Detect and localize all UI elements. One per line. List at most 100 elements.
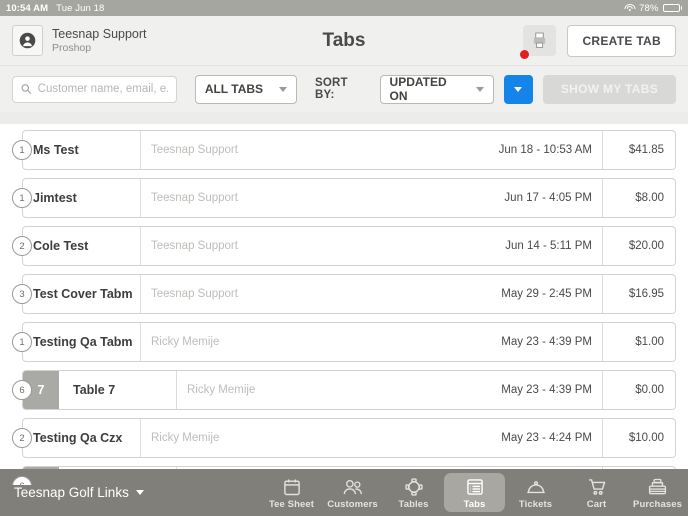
tab-row-card[interactable]: Cole Test Teesnap Support Jun 14 - 5:11 PM… [22,226,676,266]
tab-item-count-badge: 6 [12,380,32,400]
tab-filter-select[interactable]: ALL TABS [194,74,298,104]
status-right-cluster: 78% [624,3,682,14]
tab-amount: $8.00 [635,192,664,204]
tab-updated-at: May 23 - 4:24 PM [501,419,603,457]
tab-updated-at: Jun 14 - 5:11 PM [505,227,603,265]
nav-item-cart[interactable]: Cart [566,469,627,516]
tab-updated-at: May 23 - 4:39 PM [501,323,603,361]
tab-item-count-badge: 1 [12,140,32,160]
printer-alert-badge [520,50,530,59]
search-input[interactable] [37,83,168,95]
tab-row-card[interactable]: 7 Table 7 Ricky Memije May 23 - 4:39 PM $0.0… [22,370,676,410]
table-row[interactable]: 7 Table 7 Ricky Memije May 23 - 4:39 PM $0.0… [12,370,676,410]
table-row[interactable]: Cole Test Teesnap Support Jun 14 - 5:11 PM… [12,226,676,266]
tab-name: Ms Test [23,131,141,169]
wifi-icon [624,3,636,13]
nav-item-label: Tickets [518,498,553,510]
show-my-tabs-button[interactable]: SHOW MY TABS [542,74,676,104]
tab-amount: $16.95 [628,288,664,300]
table-row[interactable]: Testing Qa Czx Ricky Memije May 23 - 4:24 … [12,418,676,458]
tab-filter-value: ALL TABS [204,82,264,96]
tab-item-count-badge: 2 [12,236,32,256]
sort-by-select[interactable]: UPDATED ON [379,74,494,104]
tab-item-count-badge: 1 [12,332,32,352]
tab-owner: Teesnap Support [151,288,238,300]
tab-updated-at: May 23 - 4:39 PM [501,371,603,409]
tab-row-card[interactable]: Testing Qa Czx Ricky Memije May 23 - 4:24 … [22,418,676,458]
tab-amount: $1.00 [635,336,664,348]
nav-item-label: Tables [398,498,429,510]
bottom-navigation: Teesnap Golf Links Tee Sheet Customers Tab… [0,469,688,516]
tab-owner: Ricky Memije [151,432,220,444]
nav-item-customers[interactable]: Customers [322,469,383,516]
table-row[interactable]: Jimtest Teesnap Support Jun 17 - 4:05 PM $8… [12,178,676,218]
nav-item-tickets[interactable]: Tickets [505,469,566,516]
tab-row-card[interactable]: Jimtest Teesnap Support Jun 17 - 4:05 PM $8… [22,178,676,218]
app-header: Teesnap Support Proshop Tabs CREATE TAB [0,16,688,65]
chevron-down-icon [514,86,523,92]
nav-item-tee-sheet[interactable]: Tee Sheet [261,469,322,516]
create-tab-button[interactable]: CREATE TAB [567,24,676,57]
tab-amount: $10.00 [628,432,664,444]
nav-item-tables[interactable]: Tables [383,469,444,516]
battery-percent-label: 78% [639,2,659,14]
battery-icon [662,4,682,12]
tabs-list: Ms Test Teesnap Support Jun 18 - 10:53 AM $… [0,124,688,485]
tab-updated-at: Jun 18 - 10:53 AM [499,131,603,169]
search-icon [21,84,32,94]
chevron-down-icon [279,86,288,92]
tab-item-count-badge: 3 [12,284,32,304]
tab-amount: $20.00 [628,240,664,252]
filter-toolbar: ALL TABS SORT BY: UPDATED ON SHOW MY TAB… [0,65,688,112]
tab-row-card[interactable]: Testing Qa Tabm Ricky Memije May 23 - 4:39… [22,322,676,362]
tab-updated-at: Jun 17 - 4:05 PM [504,179,603,217]
nav-item-tabs[interactable]: Tabs [444,473,505,512]
nav-item-label: Cart [586,498,607,510]
nav-items: Tee Sheet Customers Tables Tabs Tickets Cart P… [261,469,688,516]
tab-amount: $0.00 [635,384,664,396]
search-field[interactable] [12,75,177,103]
tabs-screen: 10:54 AM Tue Jun 18 78% Teesnap Support … [0,0,688,516]
tab-name: Table 7 [59,371,177,409]
nav-item-label: Tee Sheet [268,498,315,510]
calendar-icon [282,476,302,497]
status-time: 10:54 AM [6,2,49,14]
course-name: Teesnap Golf Links [14,485,129,500]
cloche-icon [525,476,547,497]
tab-owner: Ricky Memije [187,384,256,396]
tabs-list-icon [465,476,485,497]
tab-name: Jimtest [23,179,141,217]
printer-icon [534,32,546,48]
tab-owner: Ricky Memije [151,336,220,348]
table-row[interactable]: Testing Qa Tabm Ricky Memije May 23 - 4:39… [12,322,676,362]
section-divider [0,112,688,124]
chevron-down-icon [475,86,484,92]
register-icon [647,476,668,497]
people-icon [342,476,364,497]
tab-owner: Teesnap Support [151,240,238,252]
tab-owner: Teesnap Support [151,192,238,204]
table-row[interactable]: Ms Test Teesnap Support Jun 18 - 10:53 AM $… [12,130,676,170]
course-selector[interactable]: Teesnap Golf Links [14,485,144,500]
account-button[interactable]: Teesnap Support Proshop [12,25,147,56]
tab-owner: Teesnap Support [151,144,238,156]
sort-by-value: UPDATED ON [389,75,447,103]
user-avatar-icon [12,25,43,56]
tab-updated-at: May 29 - 2:45 PM [501,275,603,313]
tab-item-count-badge: 2 [12,428,32,448]
table-row[interactable]: Test Cover Tabm Teesnap Support May 29 - 2… [12,274,676,314]
account-role: Proshop [52,42,92,55]
chevron-down-icon [135,490,144,495]
header-actions: CREATE TAB [520,24,676,59]
tab-row-card[interactable]: Test Cover Tabm Teesnap Support May 29 - 2… [22,274,676,314]
ios-status-bar: 10:54 AM Tue Jun 18 78% [0,0,688,16]
nav-item-label: Tabs [463,498,486,510]
tab-row-card[interactable]: Ms Test Teesnap Support Jun 18 - 10:53 AM $… [22,130,676,170]
printer-button[interactable] [520,25,557,59]
nav-item-purchases[interactable]: Purchases [627,469,688,516]
tab-name: Cole Test [23,227,141,265]
sort-direction-button[interactable] [503,74,533,104]
tab-amount: $41.85 [628,144,664,156]
cart-icon [587,476,607,497]
account-name: Teesnap Support [52,26,147,41]
